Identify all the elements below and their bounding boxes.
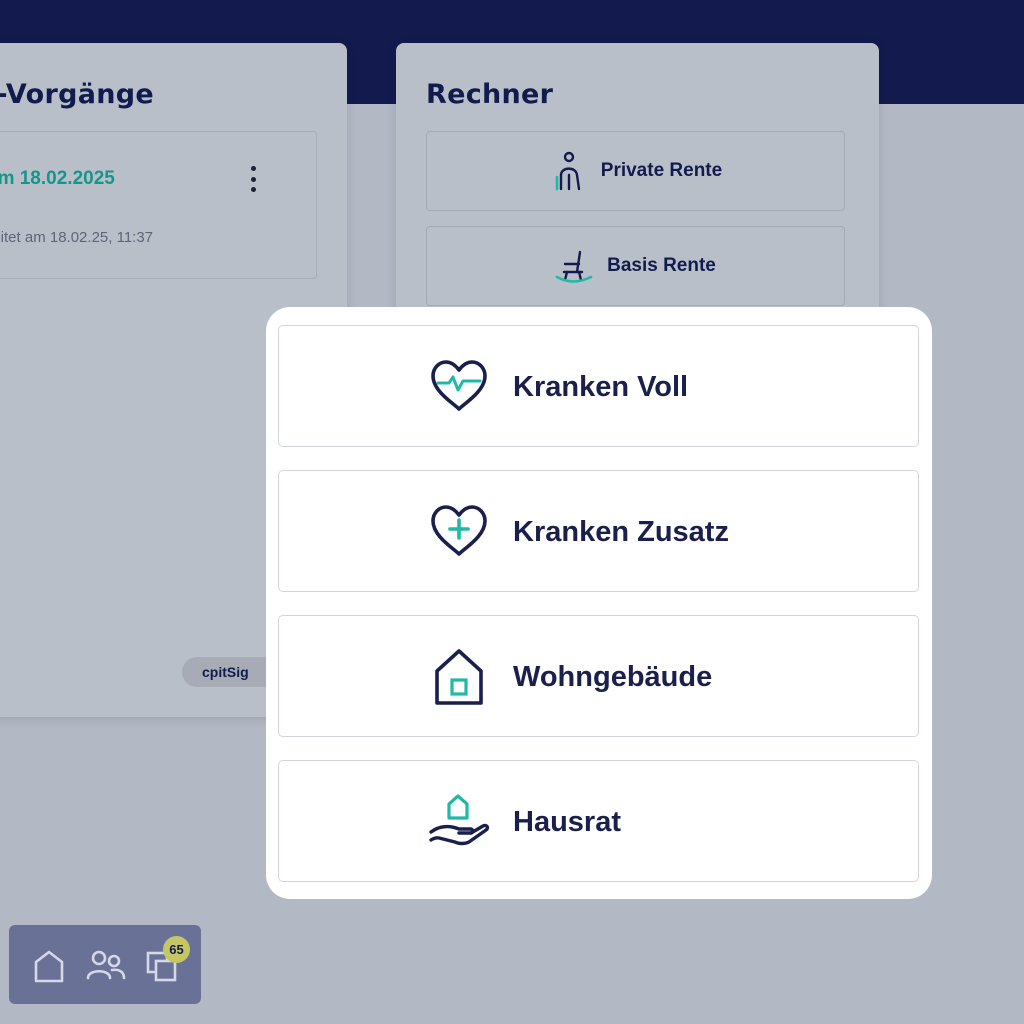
product-selection-popup: Kranken Voll Kranken Zusatz Wohngebäude … bbox=[266, 307, 932, 899]
basis-rente-button[interactable]: Basis Rente bbox=[426, 226, 845, 306]
kranken-voll-label: Kranken Voll bbox=[513, 371, 689, 403]
kranken-voll-button[interactable]: Kranken Voll bbox=[278, 325, 919, 447]
private-rente-label: Private Rente bbox=[600, 160, 723, 181]
vorgang-item[interactable]: am 18.02.2025 rbeitet am 18.02.25, 11:37 bbox=[0, 131, 317, 279]
heart-pulse-icon bbox=[431, 360, 487, 411]
vorgaenge-title: s-Vorgänge bbox=[0, 79, 155, 110]
notification-badge: 65 bbox=[163, 936, 190, 963]
kranken-zusatz-button[interactable]: Kranken Zusatz bbox=[278, 470, 919, 592]
basis-rente-label: Basis Rente bbox=[607, 255, 716, 276]
vorgang-date: am 18.02.2025 bbox=[0, 168, 115, 189]
rechner-title: Rechner bbox=[426, 79, 554, 110]
vorgang-last-edited: rbeitet am 18.02.25, 11:37 bbox=[0, 229, 154, 246]
rechner-card: Rechner Private Rente Basis Rente bbox=[396, 43, 879, 343]
wohngebaeude-label: Wohngebäude bbox=[513, 661, 713, 693]
wohngebaeude-button[interactable]: Wohngebäude bbox=[278, 615, 919, 737]
rocking-chair-icon bbox=[555, 250, 593, 283]
hausrat-label: Hausrat bbox=[513, 806, 621, 838]
hausrat-button[interactable]: Hausrat bbox=[278, 760, 919, 882]
hand-house-icon bbox=[429, 794, 489, 846]
person-cane-icon bbox=[555, 151, 580, 191]
house-icon bbox=[435, 649, 483, 705]
private-rente-button[interactable]: Private Rente bbox=[426, 131, 845, 211]
home-icon[interactable] bbox=[33, 949, 65, 983]
kranken-zusatz-label: Kranken Zusatz bbox=[513, 516, 729, 548]
people-icon[interactable] bbox=[86, 948, 126, 982]
more-options-icon[interactable] bbox=[246, 166, 260, 192]
heart-plus-icon bbox=[431, 505, 487, 556]
